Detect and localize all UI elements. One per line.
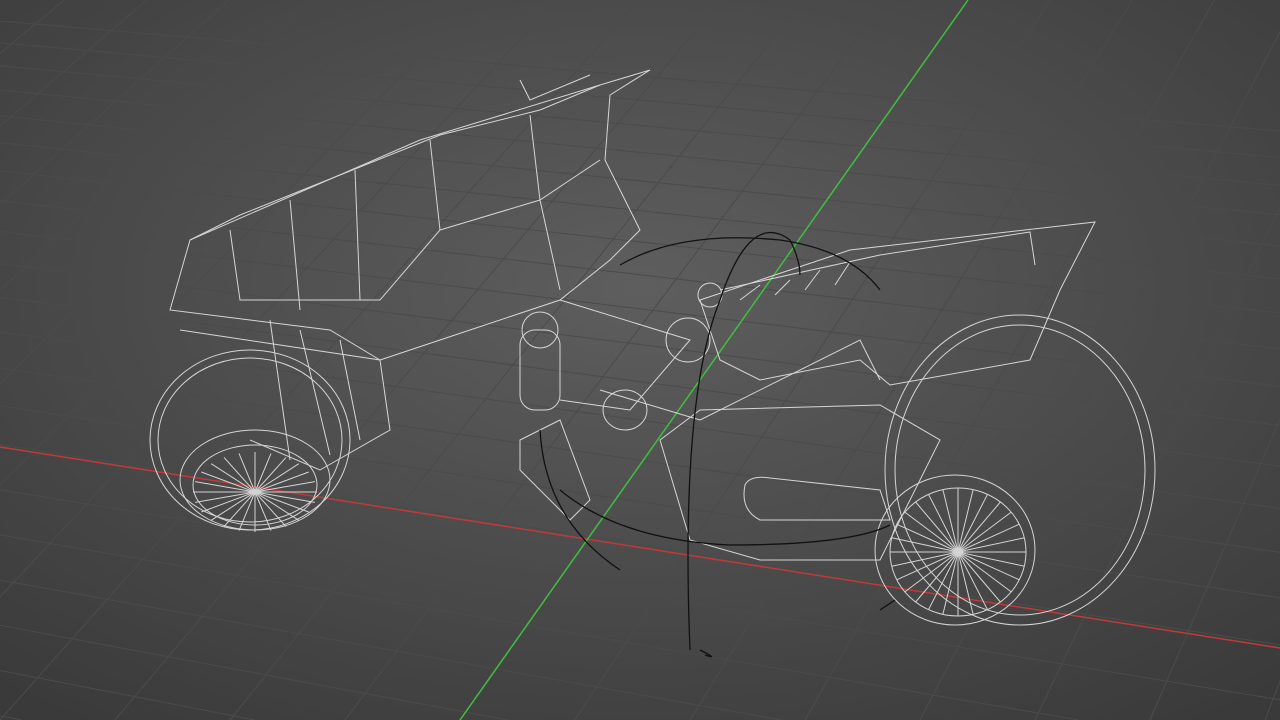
viewport-background <box>0 0 1280 720</box>
3d-viewport[interactable] <box>0 0 1280 720</box>
